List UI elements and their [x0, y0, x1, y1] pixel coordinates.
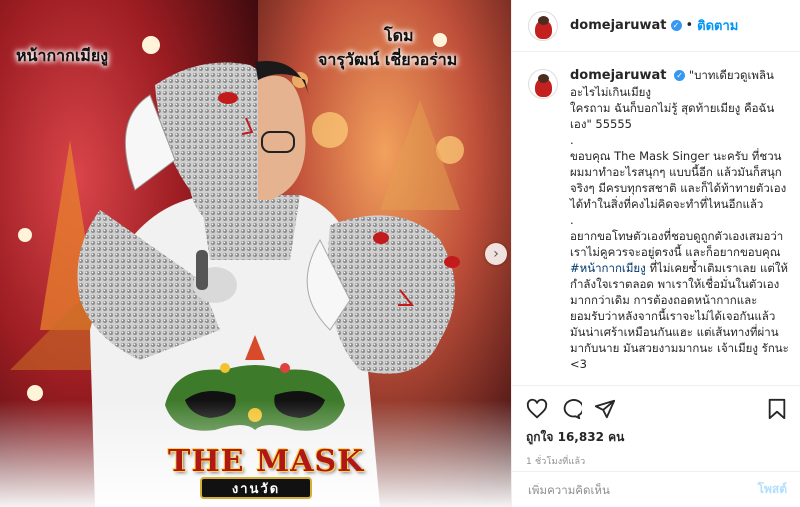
likes-number: 16,832 [557, 430, 604, 444]
likes-count[interactable]: ถูกใจ 16,832 คน [526, 428, 787, 447]
overlay-title-left: หน้ากากเมียงู [16, 46, 109, 65]
caption-section: domejaruwat ✓ "บาทเดียวดูเพลิน อะไรไม่เก… [512, 53, 800, 385]
comment-icon[interactable] [560, 398, 582, 420]
comment-bar: โพสต์ [512, 471, 800, 507]
post-actions: ถูกใจ 16,832 คน 1 ชั่วโมงที่แล้ว [512, 385, 800, 468]
bookmark-icon[interactable] [767, 398, 787, 420]
show-logo-subtitle: งานวัด [200, 477, 312, 499]
overlay-subtitle-right: จารุวัฒน์ เชี่ยวอร่าม [318, 50, 458, 69]
post-image[interactable]: หน้ากากเมียงู โดม จารุวัฒน์ เชี่ยวอร่าม … [0, 0, 511, 507]
header-username[interactable]: domejaruwat [570, 18, 667, 33]
share-icon[interactable] [594, 398, 616, 420]
follow-button[interactable]: ติดตาม [697, 15, 738, 36]
verified-badge-icon: ✓ [670, 20, 682, 31]
post-timestamp[interactable]: 1 ชั่วโมงที่แล้ว [526, 454, 787, 468]
caption-text: domejaruwat ✓ "บาทเดียวดูเพลิน อะไรไม่เก… [570, 67, 791, 372]
post-sidebar: domejaruwat ✓ • ติดตาม domejaruwat ✓ "บา… [511, 0, 800, 507]
caption-avatar[interactable] [528, 69, 558, 99]
show-logo-title: THE MASK [168, 444, 365, 479]
caption-text-part2: ที่ไม่เคยซ้ำเติมเราเลย แต่ให้กำลังใจเราต… [570, 261, 793, 371]
post-header: domejaruwat ✓ • ติดตาม [512, 0, 800, 52]
verified-badge-icon: ✓ [674, 70, 686, 81]
hashtag-link[interactable]: #หน้ากากเมียงู [570, 261, 646, 275]
likes-unit: คน [608, 430, 625, 444]
carousel-next-button[interactable]: › [485, 243, 507, 265]
likes-label: ถูกใจ [526, 430, 554, 444]
caption-text-part1: "บาทเดียวดูเพลิน อะไรไม่เกินเมียงู ใครถา… [570, 68, 787, 259]
post-photo-illustration [0, 0, 511, 507]
post-comment-button[interactable]: โพสต์ [758, 480, 787, 499]
heart-icon[interactable] [526, 398, 548, 420]
caption-username[interactable]: domejaruwat [570, 68, 667, 83]
header-separator: • [685, 18, 694, 33]
avatar[interactable] [528, 10, 558, 41]
comment-input[interactable] [528, 482, 758, 497]
overlay-title-right: โดม [384, 26, 414, 45]
chevron-right-icon: › [493, 246, 499, 262]
